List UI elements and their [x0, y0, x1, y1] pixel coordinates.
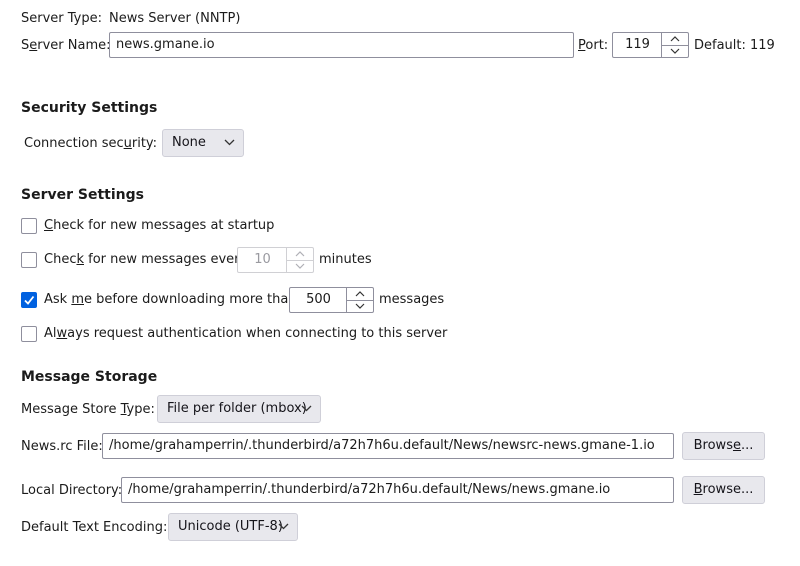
- chevron-down-icon: [278, 523, 289, 530]
- chevron-down-icon: [295, 263, 305, 269]
- message-store-type-value: File per folder (mbox): [167, 401, 307, 416]
- server-settings-heading: Server Settings: [21, 187, 144, 203]
- ask-before-download-label: Ask me before downloading more than: [44, 292, 297, 307]
- chevron-down-icon: [355, 303, 365, 309]
- check-interval-value[interactable]: 10: [238, 248, 287, 272]
- port-label: Port:: [578, 38, 609, 53]
- chevron-up-icon: [355, 291, 365, 297]
- server-name-field[interactable]: news.gmane.io: [109, 32, 574, 58]
- check-every-label: Check for new messages every: [44, 252, 248, 267]
- connection-security-dropdown[interactable]: None: [162, 129, 244, 157]
- port-spinner[interactable]: 119: [612, 32, 689, 58]
- check-at-startup-checkbox[interactable]: [21, 218, 37, 234]
- chevron-down-icon: [224, 139, 235, 146]
- max-messages-decrement-button[interactable]: [347, 300, 373, 312]
- max-messages-spinner[interactable]: 500: [289, 287, 374, 313]
- chevron-down-icon: [301, 405, 312, 412]
- check-interval-spinner[interactable]: 10: [237, 247, 314, 273]
- local-directory-browse-button[interactable]: Browse...: [682, 476, 765, 504]
- default-text-encoding-value: Unicode (UTF-8): [178, 519, 283, 534]
- message-store-type-dropdown[interactable]: File per folder (mbox): [157, 395, 321, 423]
- server-type-label: Server Type:: [21, 11, 103, 26]
- ask-before-download-checkbox[interactable]: [21, 292, 37, 308]
- message-storage-heading: Message Storage: [21, 369, 158, 385]
- connection-security-label: Connection security:: [24, 136, 158, 151]
- chevron-up-icon: [670, 36, 680, 42]
- messages-label: messages: [379, 292, 445, 307]
- newsrc-file-label: News.rc File:: [21, 439, 103, 454]
- message-store-type-label: Message Store Type:: [21, 402, 155, 417]
- check-every-checkbox[interactable]: [21, 252, 37, 268]
- server-type-value: News Server (NNTP): [109, 11, 241, 26]
- connection-security-value: None: [172, 135, 206, 150]
- local-directory-field[interactable]: /home/grahamperrin/.thunderbird/a72h7h6u…: [121, 477, 674, 503]
- chevron-down-icon: [670, 48, 680, 54]
- port-value[interactable]: 119: [613, 33, 662, 57]
- max-messages-value[interactable]: 500: [290, 288, 347, 312]
- security-settings-heading: Security Settings: [21, 100, 158, 116]
- default-text-encoding-label: Default Text Encoding:: [21, 520, 168, 535]
- newsrc-file-field[interactable]: /home/grahamperrin/.thunderbird/a72h7h6u…: [102, 433, 674, 459]
- check-at-startup-label: Check for new messages at startup: [44, 218, 275, 233]
- default-port-label: Default: 119: [694, 38, 775, 53]
- local-directory-label: Local Directory:: [21, 483, 123, 498]
- check-interval-decrement-button[interactable]: [287, 260, 313, 272]
- always-auth-label: Always request authentication when conne…: [44, 326, 448, 341]
- chevron-up-icon: [295, 251, 305, 257]
- newsrc-browse-button[interactable]: Browse...: [682, 432, 765, 460]
- minutes-label: minutes: [319, 252, 372, 267]
- checkmark-icon: [24, 295, 35, 305]
- always-auth-checkbox[interactable]: [21, 326, 37, 342]
- default-text-encoding-dropdown[interactable]: Unicode (UTF-8): [168, 513, 298, 541]
- port-decrement-button[interactable]: [662, 45, 688, 57]
- server-name-label: Server Name:: [21, 38, 111, 53]
